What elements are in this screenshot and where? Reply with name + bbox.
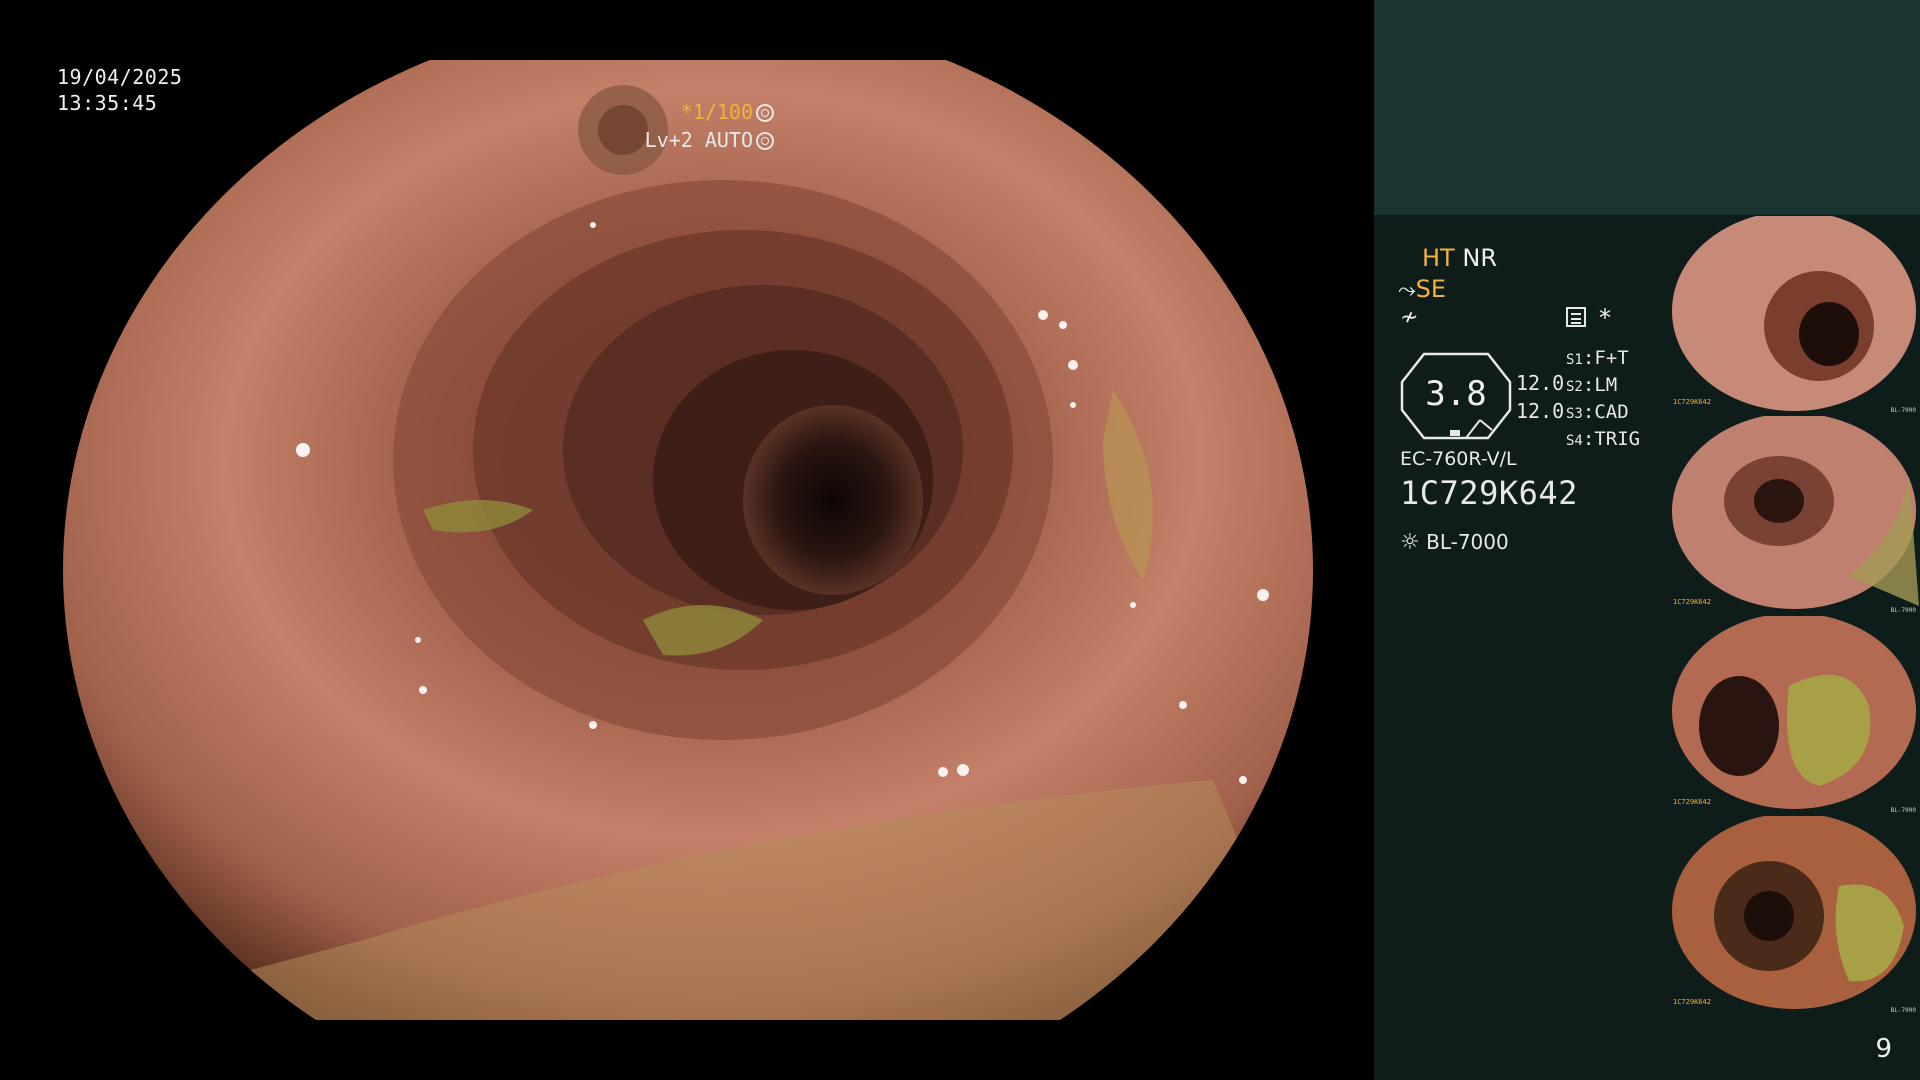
aperture-icon <box>756 104 774 122</box>
value-1: 12.0 <box>1516 371 1565 395</box>
switch-s3: S3:CAD <box>1566 401 1629 423</box>
structure-enhance-icon: ⤳ <box>1398 278 1416 303</box>
value-2: 12.0 <box>1516 399 1565 423</box>
switch-s1: S1:F+T <box>1566 347 1629 369</box>
endoscope-image <box>63 60 1313 1020</box>
light-source-row: ☼ BL-7000 <box>1400 530 1509 555</box>
level-line: Lv+2 AUTO <box>645 126 774 154</box>
numeric-values: 12.0 12.0 <box>1516 369 1564 425</box>
capture-thumbnails: 1C729K642 BL-7000 1C729K642 BL-7000 1C72… <box>1669 216 1920 1016</box>
se-indicator: SE <box>1415 275 1447 303</box>
color-mode-icon: ≁ <box>1400 305 1419 330</box>
thumbnail-image-2 <box>1672 416 1919 609</box>
shutter-speed: *1/100 <box>680 100 753 124</box>
exposure-indicators: *1/100 Lv+2 AUTO <box>645 98 774 154</box>
shutter-line: *1/100 <box>645 98 774 126</box>
switch-s4: S4:TRIG <box>1566 428 1641 450</box>
info-side-panel: HT NR ⤳SE ≁ * 3.8 12.0 12.0 S1:F+T S2:LM… <box>1374 0 1920 1080</box>
thumb-3-light: BL-7000 <box>1890 807 1916 814</box>
thumbnail-4[interactable]: 1C729K642 BL-7000 <box>1669 816 1920 1014</box>
thumb-2-serial: 1C729K642 <box>1673 598 1711 606</box>
nr-indicator: NR <box>1462 244 1497 272</box>
thumb-1-serial: 1C729K642 <box>1673 398 1711 406</box>
light-icon: ☼ <box>1400 530 1420 555</box>
zoom-value: 3.8 <box>1425 374 1487 414</box>
scope-serial: 1C729K642 <box>1400 474 1578 512</box>
iris-icon <box>756 132 774 150</box>
switch-settings: S1:F+T S2:LM S3:CAD S4:TRIG <box>1566 346 1640 454</box>
ht-indicator: HT <box>1422 244 1455 272</box>
thumbnail-image-3 <box>1672 616 1916 809</box>
endoscope-view-area: 19/04/2025 13:35:45 *1/100 Lv+2 AUTO <box>0 0 1374 1080</box>
thumb-3-serial: 1C729K642 <box>1673 798 1711 806</box>
thumbnail-3[interactable]: 1C729K642 BL-7000 <box>1669 616 1920 814</box>
switch-s2: S2:LM <box>1566 374 1618 396</box>
se-row: ⤳SE <box>1398 275 1446 303</box>
asterisk-marker: * <box>1599 304 1611 332</box>
enhancement-row: HT NR <box>1422 244 1497 272</box>
colon-lumen-image <box>63 60 1313 1020</box>
settings-list-icon <box>1566 307 1586 327</box>
exposure-mode: AUTO <box>704 128 753 152</box>
timestamp: 19/04/2025 13:35:45 <box>57 64 182 116</box>
light-source: BL-7000 <box>1426 530 1509 554</box>
thumb-1-light: BL-7000 <box>1890 407 1916 414</box>
thumb-4-serial: 1C729K642 <box>1673 998 1711 1006</box>
thumbnail-image-1 <box>1672 216 1916 411</box>
scope-model: EC-760R-V/L <box>1400 448 1517 470</box>
thumbnail-1[interactable]: 1C729K642 BL-7000 <box>1669 216 1920 414</box>
time-text: 13:35:45 <box>57 91 158 115</box>
thumb-4-light: BL-7000 <box>1890 1007 1916 1014</box>
brightness-level: Lv+2 <box>644 128 693 152</box>
thumbnail-image-4 <box>1672 816 1916 1009</box>
page-number: 9 <box>1875 1034 1892 1064</box>
thumbnail-2[interactable]: 1C729K642 BL-7000 <box>1669 416 1920 614</box>
thumb-2-light: BL-7000 <box>1890 607 1916 614</box>
date-text: 19/04/2025 <box>57 65 183 89</box>
panel-header-block <box>1374 0 1920 215</box>
